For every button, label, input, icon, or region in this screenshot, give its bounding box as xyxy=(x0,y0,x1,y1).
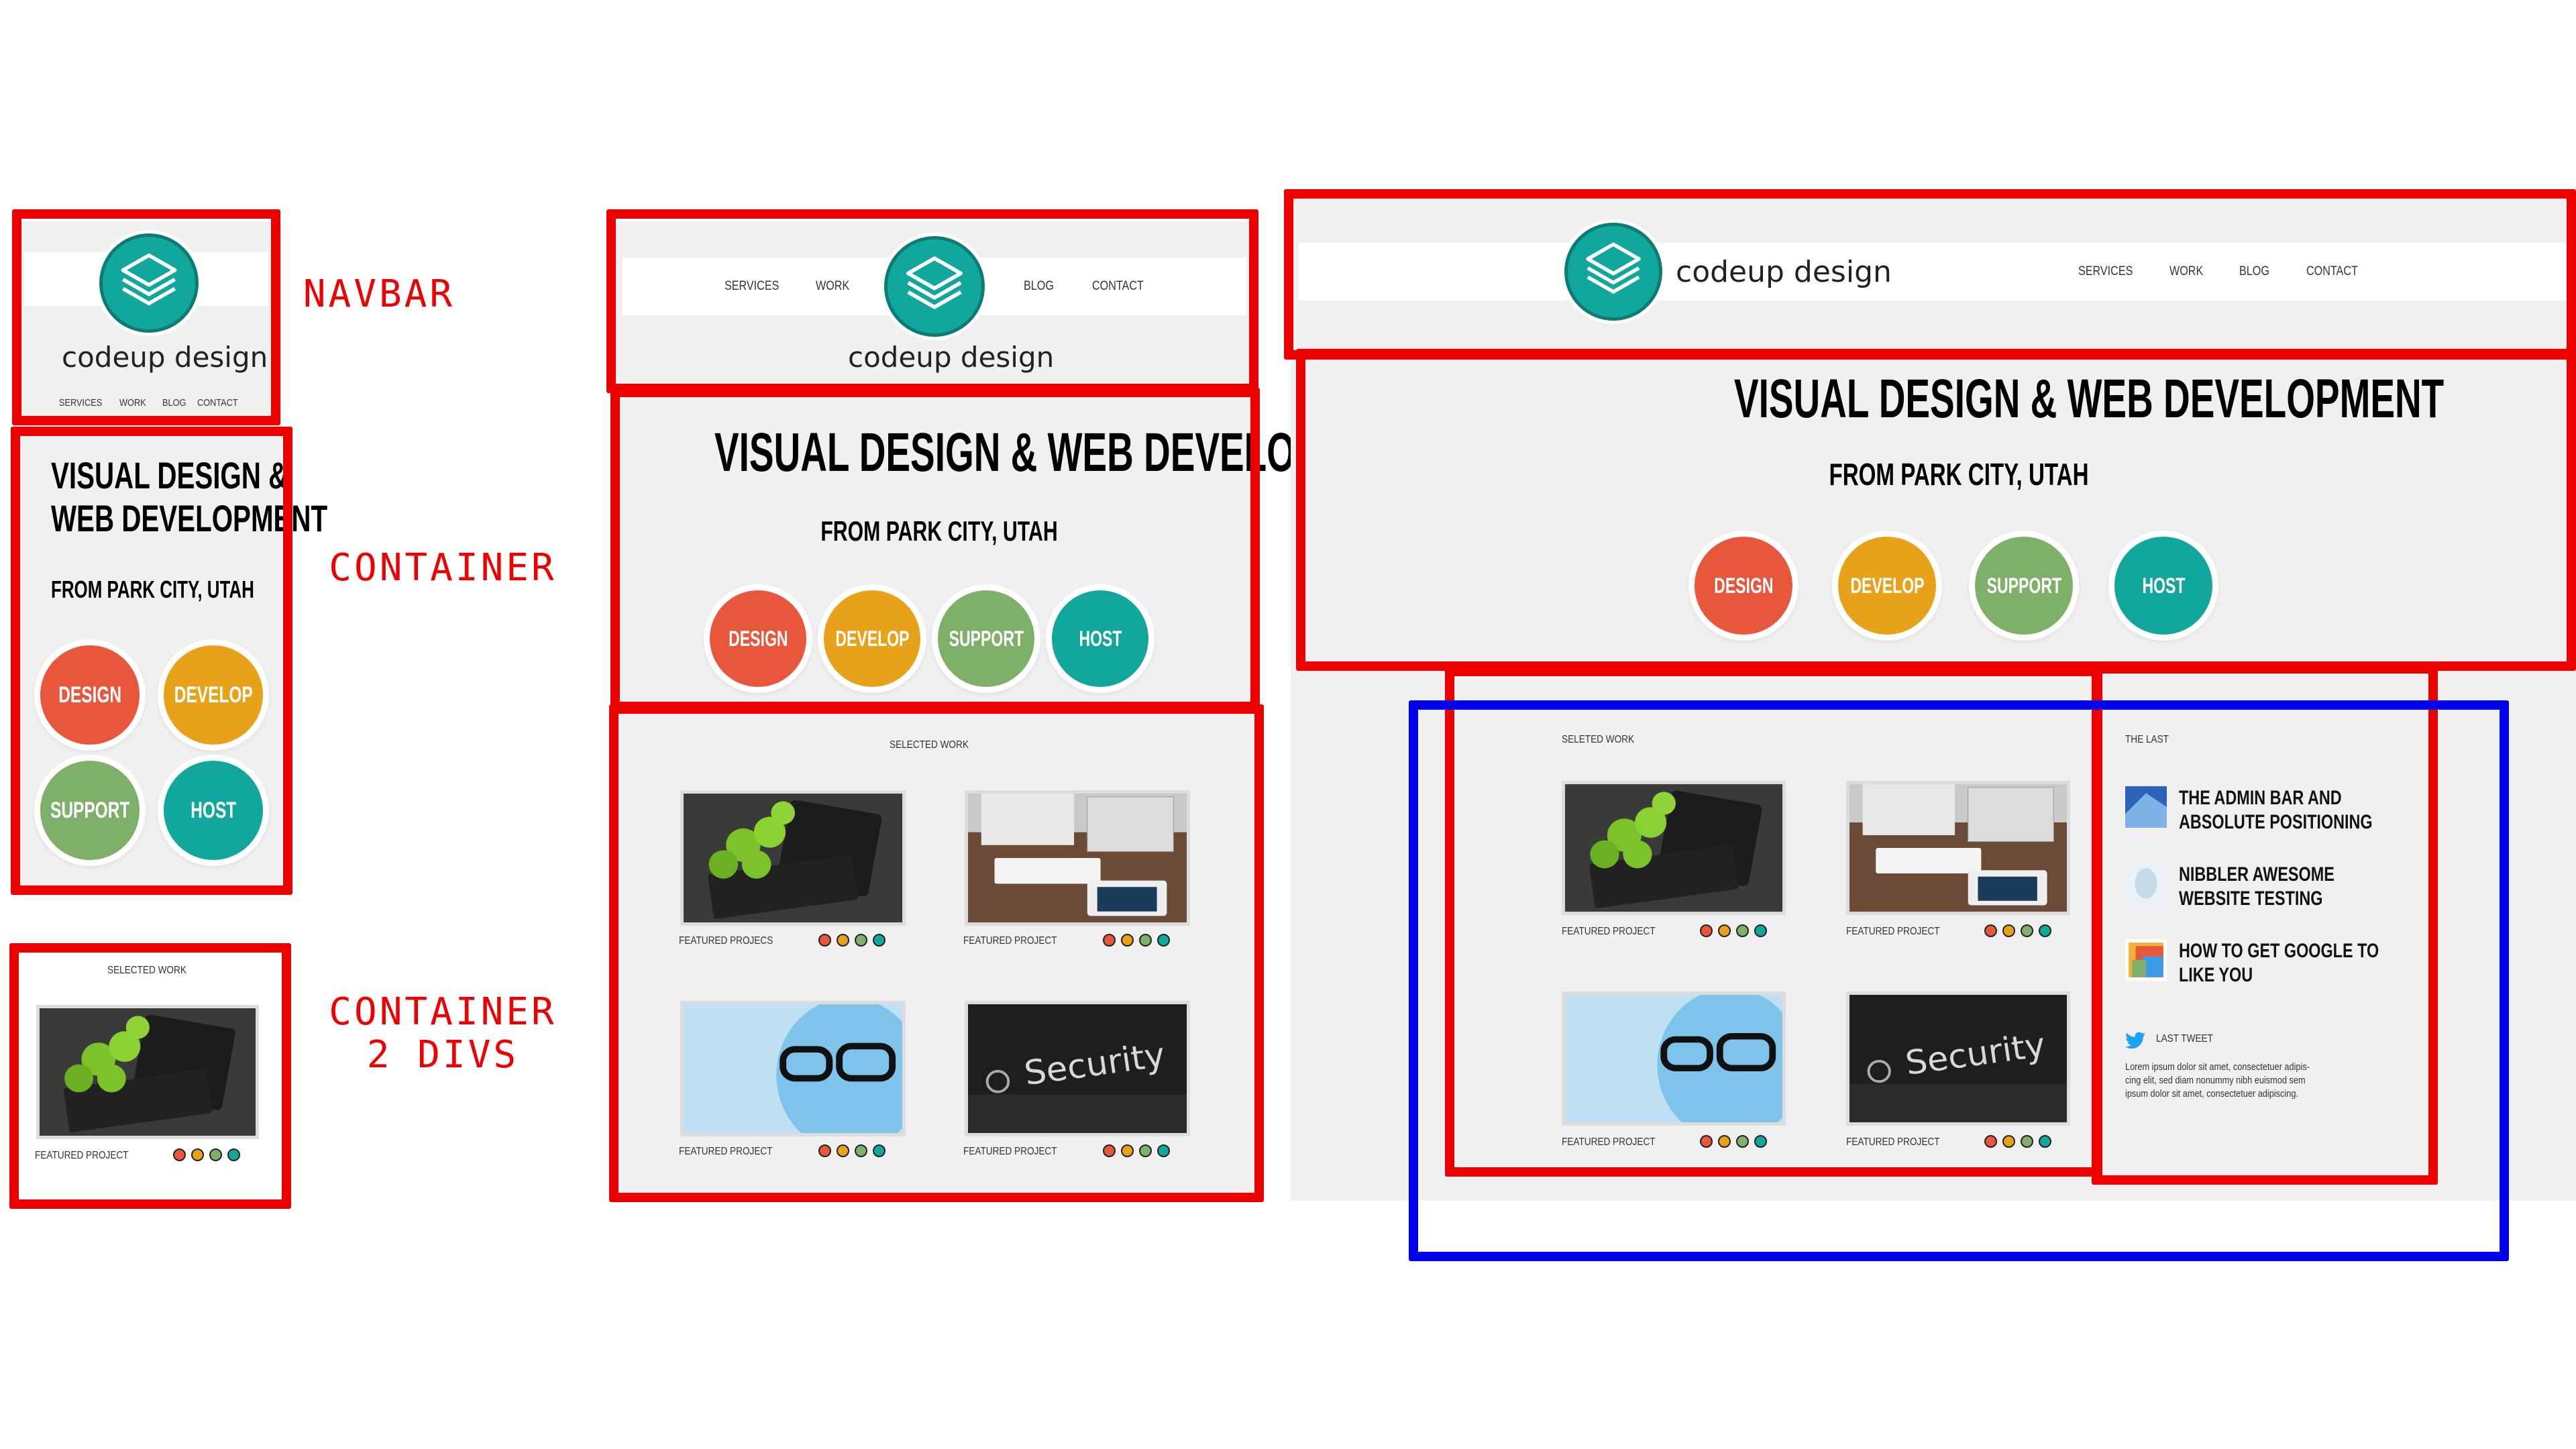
label-container-2divs-line1: CONTAINER xyxy=(329,990,557,1034)
annotation-desktop-container-2divs xyxy=(1409,700,2509,1261)
annotation-tablet-navbar xyxy=(606,209,1258,393)
label-container-2divs-line2: 2 DIVS xyxy=(366,1033,519,1077)
annotation-mobile-container xyxy=(11,427,292,895)
annotation-tablet-container-2divs xyxy=(609,704,1264,1202)
label-navbar: NAVBAR xyxy=(303,272,455,316)
annotation-desktop-navbar xyxy=(1284,189,2576,360)
annotation-desktop-container xyxy=(1296,349,2576,671)
annotation-mobile-navbar xyxy=(12,209,280,425)
label-container: CONTAINER xyxy=(329,546,557,590)
annotation-mobile-container-2divs xyxy=(9,943,291,1209)
annotation-tablet-container xyxy=(610,388,1260,711)
